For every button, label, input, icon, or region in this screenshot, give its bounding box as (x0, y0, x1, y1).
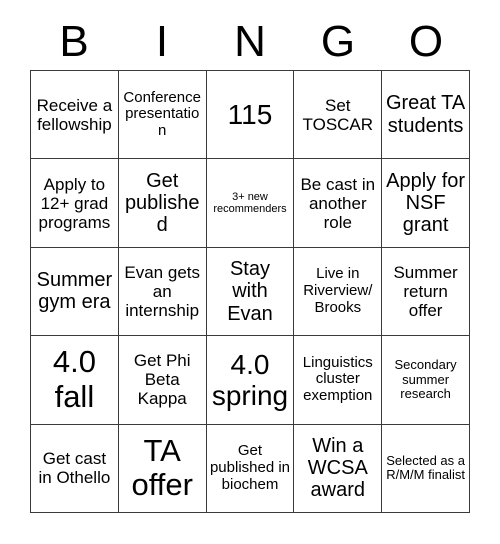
bingo-cell-label: Get Phi Beta Kappa (133, 351, 191, 409)
bingo-cell-label: Stay with Evan (227, 257, 273, 325)
bingo-cell-label: Evan gets an internship (124, 262, 200, 320)
bingo-cell-label: 115 (227, 99, 273, 131)
bingo-cell-r5c5[interactable]: Selected as a R/M/M finalist (382, 424, 470, 513)
bingo-card: B I N G O Receive a fellowship Conference… (0, 0, 500, 544)
bingo-cell-label: Set TOSCAR (302, 95, 374, 134)
bingo-cell-r2c1[interactable]: Apply to 12+ grad programs (31, 159, 119, 248)
bingo-cell-label: Receive a fellowship (36, 95, 113, 134)
bingo-cell-label: Secondary summer research (394, 357, 457, 402)
bingo-cell-label: Get published in biochem (209, 442, 291, 493)
bingo-cell-r4c5[interactable]: Secondary summer research (382, 336, 470, 425)
bingo-cell-r4c2[interactable]: Get Phi Beta Kappa (118, 336, 207, 425)
bingo-cell-r1c5[interactable]: Great TA students (382, 71, 470, 160)
bingo-cell-r3c3[interactable]: Stay with Evan (206, 247, 295, 337)
bingo-cell-r3c4[interactable]: Live in Riverview/ Brooks (294, 247, 383, 337)
bingo-cell-r2c2[interactable]: Get published (118, 159, 207, 248)
bingo-cell-label: 3+ new recommenders (213, 190, 287, 216)
header-letter-g: G (320, 17, 356, 66)
bingo-cell-label: TA offer (131, 432, 193, 503)
bingo-cell-r5c2[interactable]: TA offer (118, 424, 207, 513)
bingo-cell-r2c4[interactable]: Be cast in another role (294, 159, 383, 248)
bingo-cell-label: Summer gym era (36, 269, 113, 314)
bingo-cell-label: Live in Riverview/ Brooks (303, 265, 373, 316)
bingo-cell-r1c4[interactable]: Set TOSCAR (294, 71, 383, 160)
bingo-cell-r5c1[interactable]: Get cast in Othello (31, 424, 119, 513)
bingo-grid: Receive a fellowship Conference presentat… (30, 70, 470, 513)
bingo-cell-r4c1[interactable]: 4.0 fall (31, 336, 119, 425)
bingo-cell-label: Selected as a R/M/M finalist (386, 452, 465, 483)
bingo-cell-label: Win a WCSA award (307, 434, 368, 502)
bingo-cell-label: Apply to 12+ grad programs (38, 174, 111, 232)
bingo-cell-r5c4[interactable]: Win a WCSA award (294, 424, 383, 513)
header-letter-b: B (59, 17, 89, 66)
header-letter-i: I (155, 17, 169, 66)
bingo-header-row: B I N G O (30, 14, 470, 70)
bingo-cell-r1c2[interactable]: Conference presentation (118, 71, 207, 160)
bingo-cell-label: Summer return offer (393, 262, 458, 320)
bingo-cell-r3c2[interactable]: Evan gets an internship (118, 247, 207, 337)
header-letter-o: O (408, 17, 444, 66)
bingo-cell-r2c5[interactable]: Apply for NSF grant (382, 159, 470, 248)
bingo-cell-label: Linguistics cluster exemption (302, 353, 373, 405)
bingo-cell-r3c5[interactable]: Summer return offer (382, 247, 470, 337)
bingo-cell-label: Conference presentation (123, 88, 201, 140)
bingo-cell-r5c3[interactable]: Get published in biochem (206, 424, 295, 513)
bingo-cell-r2c3[interactable]: 3+ new recommenders (206, 159, 295, 248)
bingo-cell-label: Get cast in Othello (38, 449, 111, 488)
bingo-cell-label: Get published (124, 169, 200, 237)
bingo-cell-r1c3[interactable]: 115 (206, 71, 295, 160)
bingo-cell-label: 4.0 fall (52, 344, 96, 414)
header-letter-n: N (234, 17, 266, 66)
bingo-cell-r3c1[interactable]: Summer gym era (31, 247, 119, 337)
bingo-cell-label: Great TA students (385, 92, 466, 137)
bingo-cell-label: Be cast in another role (300, 174, 376, 232)
bingo-cell-label: 4.0 spring (211, 348, 289, 411)
bingo-cell-r1c1[interactable]: Receive a fellowship (31, 71, 119, 160)
bingo-cell-r4c4[interactable]: Linguistics cluster exemption (294, 336, 383, 425)
bingo-cell-label: Apply for NSF grant (386, 169, 466, 237)
bingo-cell-r4c3[interactable]: 4.0 spring (206, 336, 295, 425)
